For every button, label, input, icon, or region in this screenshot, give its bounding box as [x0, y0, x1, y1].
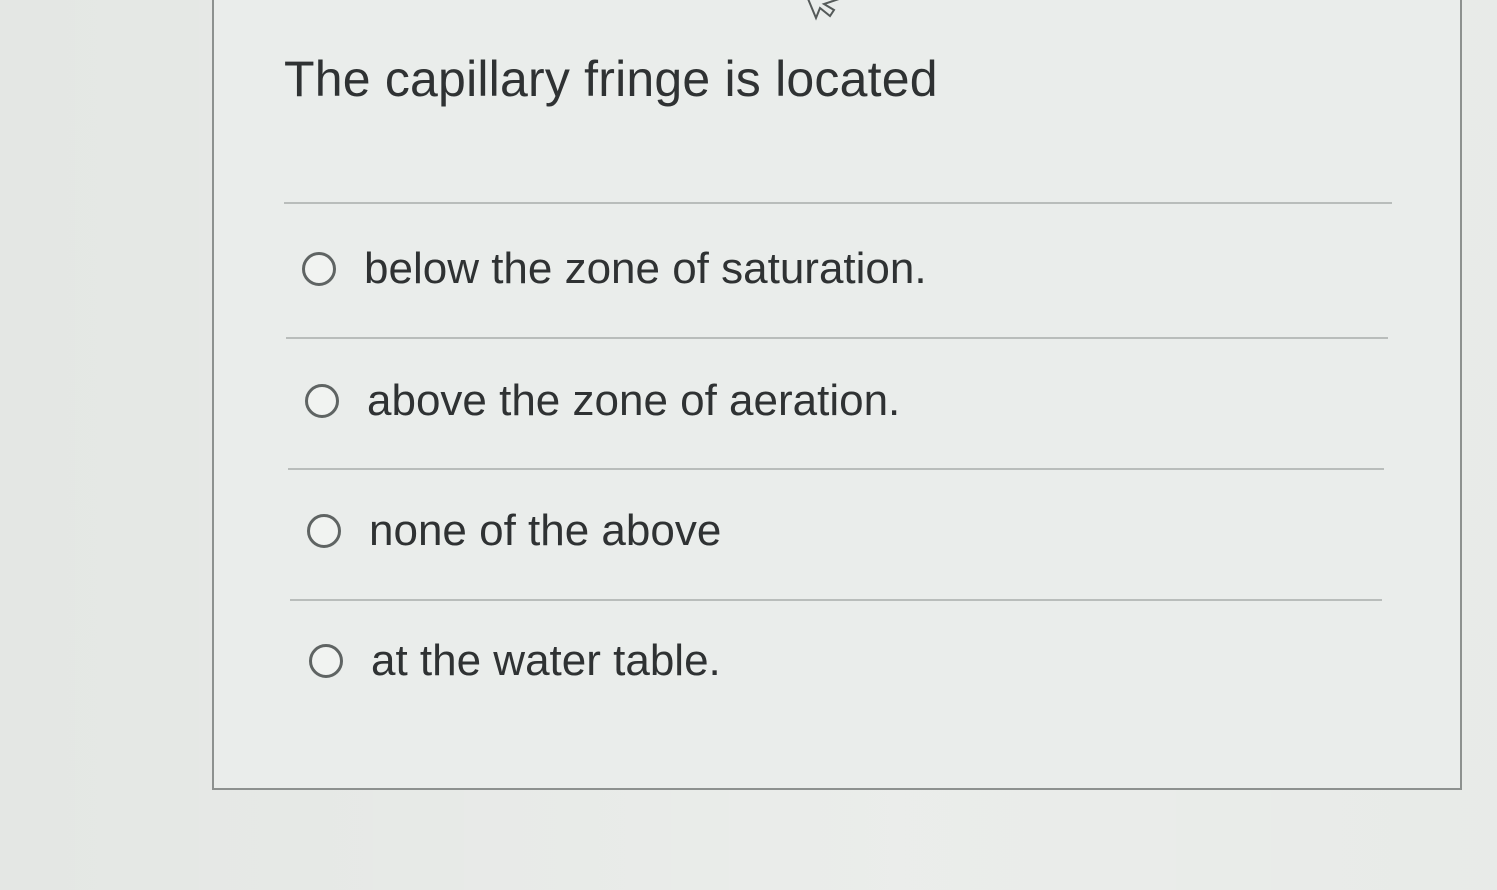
divider — [284, 202, 1392, 204]
option-label: at the water table. — [371, 636, 721, 685]
answer-option-3[interactable]: none of the above — [307, 506, 721, 556]
option-label: above the zone of aeration. — [367, 376, 901, 425]
answer-option-2[interactable]: above the zone of aeration. — [305, 376, 900, 426]
question-card: The capillary fringe is located below th… — [212, 0, 1462, 790]
answer-option-1[interactable]: below the zone of saturation. — [302, 244, 927, 294]
option-label: below the zone of saturation. — [364, 244, 927, 293]
page-background: The capillary fringe is located below th… — [0, 0, 1497, 890]
question-prompt: The capillary fringe is located — [284, 51, 938, 107]
radio-button[interactable] — [309, 644, 343, 678]
answer-option-4[interactable]: at the water table. — [309, 636, 721, 686]
radio-button[interactable] — [307, 514, 341, 548]
radio-button[interactable] — [302, 252, 336, 286]
pointer-cursor-icon — [807, 0, 840, 21]
divider — [286, 337, 1388, 339]
radio-button[interactable] — [305, 384, 339, 418]
divider — [288, 468, 1384, 470]
option-label: none of the above — [369, 506, 722, 555]
divider — [290, 599, 1382, 601]
